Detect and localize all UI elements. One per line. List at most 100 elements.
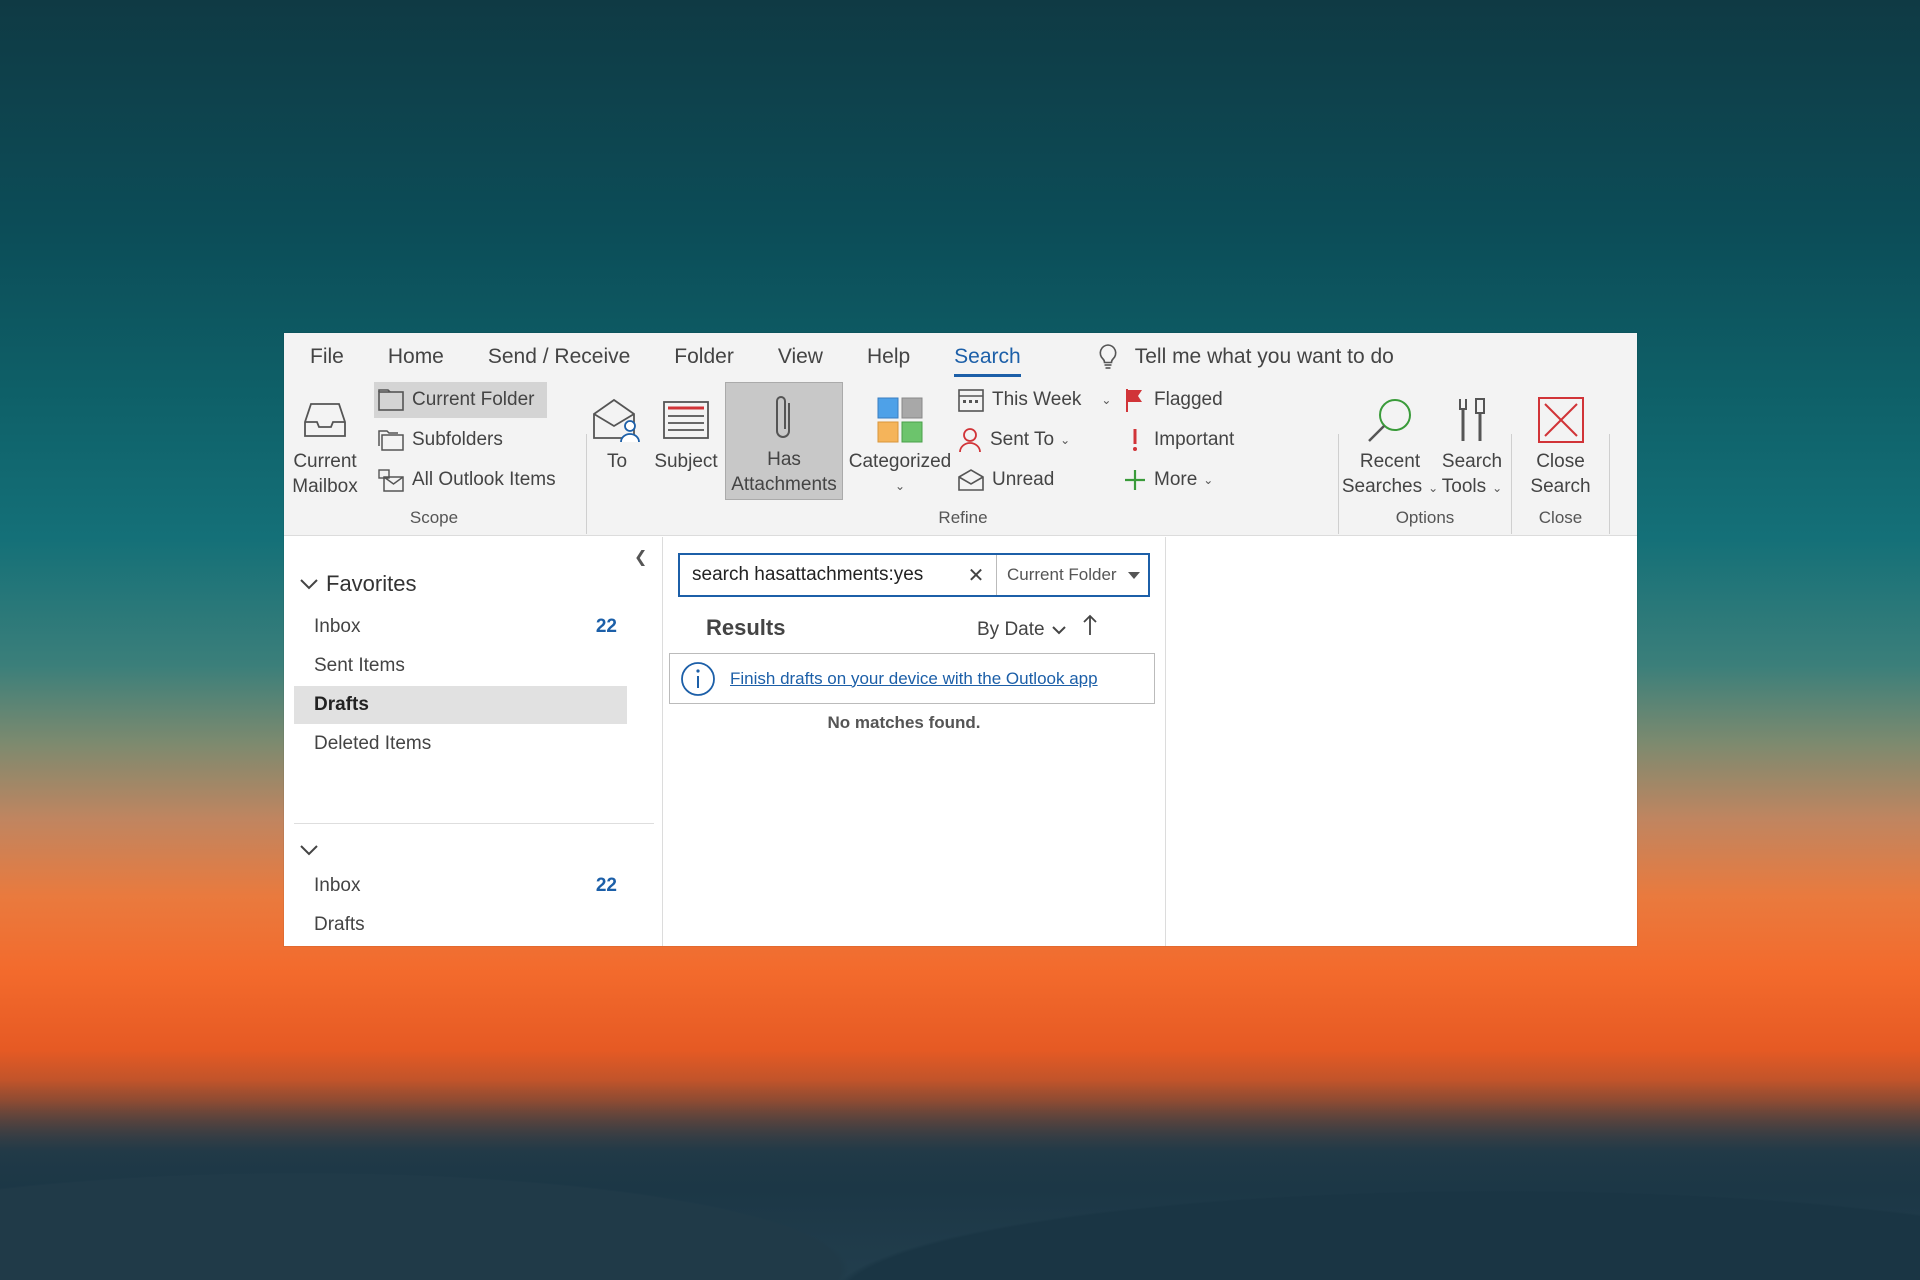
paperclip-icon <box>769 389 799 447</box>
envelope-icon <box>958 469 984 491</box>
ribbon-separator <box>1338 434 1339 534</box>
subject-lines-icon <box>662 391 710 449</box>
subject-button[interactable]: Subject <box>650 385 722 474</box>
chevron-down-icon[interactable] <box>298 843 320 857</box>
search-input[interactable] <box>680 555 956 595</box>
favorites-header[interactable]: Favorites <box>298 571 416 597</box>
close-group: Close Search Close <box>1513 380 1608 536</box>
flagged-button[interactable]: Flagged <box>1120 382 1229 418</box>
lightbulb-icon <box>1099 343 1117 369</box>
ribbon-separator <box>586 434 587 534</box>
this-week-button[interactable]: This Week ⌄ <box>954 382 1117 418</box>
sort-label: By Date <box>977 619 1045 640</box>
current-mailbox-button[interactable]: Current Mailbox <box>292 385 358 499</box>
tell-me-box[interactable]: Tell me what you want to do <box>1097 343 1394 371</box>
recent-searches-button[interactable]: Recent Searches ⌄ <box>1342 385 1438 501</box>
folder-label: Sent Items <box>314 655 405 676</box>
tab-folder[interactable]: Folder <box>674 345 734 369</box>
scope-group: Current Mailbox Current Folder Subfolder… <box>284 380 584 536</box>
plus-icon <box>1125 470 1145 490</box>
chevron-down-icon <box>300 579 318 590</box>
favorites-inbox[interactable]: Inbox 22 <box>294 608 627 646</box>
current-mailbox-label-2: Mailbox <box>292 476 358 497</box>
clear-search-icon[interactable]: ✕ <box>956 563 996 588</box>
envelope-person-icon <box>592 391 642 449</box>
chevron-left-icon[interactable]: ❮ <box>634 547 647 567</box>
more-button[interactable]: More ⌄ <box>1120 462 1219 498</box>
calendar-icon <box>958 389 984 412</box>
has-attachments-button[interactable]: Has Attachments <box>725 382 843 500</box>
to-button[interactable]: To <box>593 385 641 474</box>
info-icon <box>681 661 715 696</box>
outlook-window: File Home Send / Receive Folder View Hel… <box>284 333 1637 946</box>
folder-label: Drafts <box>314 694 369 715</box>
has-attachments-label-1: Has <box>767 449 801 470</box>
search-scope-dropdown[interactable]: Current Folder <box>996 555 1148 595</box>
background-hills <box>0 1080 1920 1280</box>
tab-search[interactable]: Search <box>954 345 1021 377</box>
tab-send-receive[interactable]: Send / Receive <box>488 345 630 369</box>
all-outlook-items-label: All Outlook Items <box>412 469 556 490</box>
outlook-app-link[interactable]: Finish drafts on your device with the Ou… <box>730 669 1098 689</box>
favorites-drafts[interactable]: Drafts <box>294 686 627 724</box>
close-group-label: Close <box>1538 508 1583 527</box>
tab-help[interactable]: Help <box>867 345 910 369</box>
menu-bar: File Home Send / Receive Folder View Hel… <box>284 333 1637 380</box>
flagged-label: Flagged <box>1154 389 1223 410</box>
sort-by-date[interactable]: By Date <box>977 619 1067 641</box>
current-folder-label: Current Folder <box>412 389 535 410</box>
current-folder-button[interactable]: Current Folder <box>374 382 547 418</box>
chevron-down-icon: ⌄ <box>1101 393 1112 407</box>
all-outlook-items-button[interactable]: All Outlook Items <box>374 462 562 498</box>
search-scope-value: Current Folder <box>1007 565 1117 584</box>
more-label: More <box>1154 469 1198 490</box>
pane-divider <box>294 823 654 824</box>
account-inbox[interactable]: Inbox 22 <box>294 867 627 905</box>
scope-group-label: Scope <box>409 508 459 527</box>
favorites-deleted-items[interactable]: Deleted Items <box>294 725 627 763</box>
categorized-label: Categorized <box>848 451 952 472</box>
close-search-button[interactable]: Close Search <box>1523 385 1598 499</box>
account-drafts[interactable]: Drafts <box>294 906 627 944</box>
close-icon <box>1537 391 1585 449</box>
folder-pane: ❮ Favorites Inbox 22 Sent Items Drafts D… <box>284 537 663 946</box>
unread-button[interactable]: Unread <box>954 462 1060 498</box>
current-mailbox-label-1: Current <box>293 451 357 472</box>
folder-label: Deleted Items <box>314 733 432 754</box>
categorized-button[interactable]: Categorized ⌄ <box>844 385 956 499</box>
sent-to-button[interactable]: Sent To ⌄ <box>954 422 1076 458</box>
options-group-label: Options <box>1395 508 1455 527</box>
chevron-down-icon: ⌄ <box>894 479 906 493</box>
magnifier-icon <box>1365 391 1415 449</box>
search-tools-button[interactable]: Search Tools ⌄ <box>1436 385 1508 501</box>
results-heading: Results <box>706 615 786 640</box>
tab-view[interactable]: View <box>778 345 823 369</box>
subfolders-button[interactable]: Subfolders <box>374 422 509 458</box>
refine-group: To Subject Has Attachments Categorized ⌄… <box>588 380 1338 536</box>
arrow-up-icon[interactable] <box>1082 613 1098 637</box>
has-attachments-label-2: Attachments <box>731 474 837 495</box>
reading-pane <box>1167 537 1637 946</box>
options-group: Recent Searches ⌄ Search Tools ⌄ Options <box>1340 380 1510 536</box>
important-label: Important <box>1154 429 1235 450</box>
recent-searches-label-1: Recent <box>1359 451 1421 472</box>
message-list: ✕ Current Folder Results By Date Finish … <box>664 537 1166 946</box>
exclamation-icon <box>1133 429 1137 451</box>
sent-to-label: Sent To <box>990 429 1055 450</box>
favorites-sent-items[interactable]: Sent Items <box>294 647 627 685</box>
tab-home[interactable]: Home <box>388 345 444 369</box>
close-search-label-1: Close <box>1536 451 1585 472</box>
search-box: ✕ Current Folder <box>678 553 1150 597</box>
tab-file[interactable]: File <box>310 345 344 369</box>
important-button[interactable]: Important <box>1120 422 1240 458</box>
recent-searches-label-2: Searches ⌄ <box>1341 476 1439 497</box>
dropdown-arrow-icon <box>1128 572 1140 579</box>
ribbon-separator <box>1511 434 1512 534</box>
refine-group-label: Refine <box>938 508 988 527</box>
folder-icon <box>378 389 404 411</box>
favorites-label: Favorites <box>326 571 417 596</box>
unread-count: 22 <box>595 616 617 637</box>
all-items-icon <box>378 469 404 492</box>
person-icon <box>959 428 981 453</box>
mailbox-tray-icon <box>301 391 349 449</box>
